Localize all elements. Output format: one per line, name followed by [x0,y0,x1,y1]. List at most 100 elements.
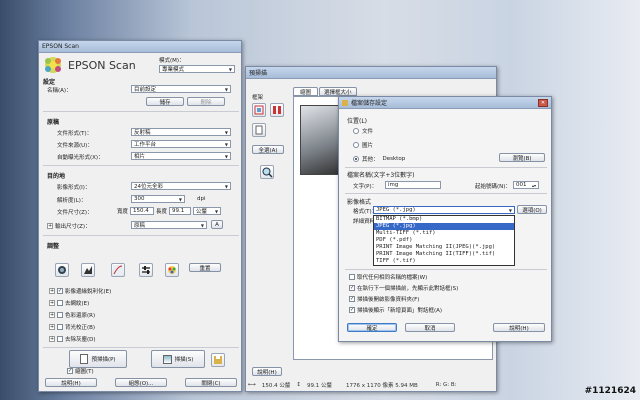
expand-plus-icon[interactable]: + [49,312,55,318]
format-option[interactable]: PDF (*.pdf) [374,237,514,244]
watermark-text: #1121624 [584,386,636,396]
format-option[interactable]: BITMAP (*.bmp) [374,216,514,223]
epson-titlebar[interactable]: EPSON Scan [39,41,241,53]
scan-label: 掃描(S) [174,357,194,363]
radio-documents[interactable] [353,128,359,134]
format-option[interactable]: PRINT Image Matching II(JPEG)(*.jpg) [374,244,514,251]
save-option-checkbox[interactable]: ✓ [349,307,355,313]
divider [43,347,239,348]
save-settings-button[interactable]: 儲存 [146,97,184,106]
divider [43,165,239,166]
status-rgb: R: G: B: [435,382,457,388]
save-option-row: 取代任何相同名稱的檔案(W) [349,273,427,281]
tab-marquee-size[interactable]: 選擇框大小 [319,87,357,96]
adjust-checkbox[interactable]: ✓ [57,288,63,294]
format-option[interactable]: JPEG (*.jpg) [374,223,514,230]
save-option-row: ✓ 掃描後開啟影像資料夾(F) [349,295,419,303]
options-button[interactable]: 選項(O) [517,205,547,214]
doc-type-select[interactable]: 反射稿 ▼ [131,128,231,136]
height-label: 長度 [156,209,168,215]
mode-select[interactable]: 專業模式 ▼ [159,65,235,73]
adjust-checkbox[interactable] [57,312,63,318]
cancel-button[interactable]: 取消 [405,323,455,332]
color-palette-icon[interactable] [165,263,179,277]
doc-source-select[interactable]: 工作平台 ▼ [131,140,231,148]
adjust-checkbox[interactable] [57,336,63,342]
tab-thumbnail[interactable]: 縮圖 [293,87,319,96]
tone-curve-icon[interactable] [111,263,125,277]
adjust-checkbox[interactable] [57,324,63,330]
configuration-button[interactable]: 組態(O)... [115,378,167,387]
doc-size-row: 寬度 150.4 長度 99.1 公釐 ▼ [117,207,222,215]
save-option-label: 掃描後顯示「新增頁面」對話框(A) [357,308,443,314]
zoom-magnifier-icon[interactable] [260,165,274,179]
divider [345,269,547,270]
save-option-checkbox[interactable]: ✓ [349,296,355,302]
chevron-down-icon: ▼ [224,86,228,92]
reset-button[interactable]: 重置 [189,263,221,272]
divider [345,167,547,168]
doc-source-value: 工作平台 [134,142,157,148]
rotate-icon[interactable] [252,123,266,137]
radio-pictures[interactable] [353,142,359,148]
expand-plus-icon[interactable]: + [49,336,55,342]
adjust-checkbox[interactable] [57,300,63,306]
scan-button[interactable]: 掃描(S) [151,350,205,368]
chevron-down-icon: ▼ [224,183,228,189]
preview-titlebar[interactable]: 預掃描 [246,67,496,79]
preview-icon [80,354,89,364]
preview-help-button[interactable]: 說明(H) [252,367,282,376]
auto-exposure-value: 相片 [134,154,146,160]
output-size-select[interactable]: 原稿 ▼ [131,221,207,229]
select-all-button[interactable]: 全選(A) [252,145,284,154]
name-select[interactable]: 目前設定 ▼ [131,85,231,93]
start-number-input[interactable]: 001 ▴▾ [513,181,539,189]
preview-button[interactable]: 預掃描(P) [69,350,127,368]
save-option-checkbox[interactable]: ✓ [349,285,355,291]
location-header: 位置(L) [347,118,368,125]
delete-settings-button[interactable]: 刪除 [187,97,225,106]
doc-type-value: 反射稿 [134,130,151,136]
color-balance-icon[interactable] [139,263,153,277]
preview-status-bar: ⟷ 150.4 公釐 ↕ 99.1 公釐 1776 x 1170 像素 5.94 M… [248,381,457,389]
status-height: 99.1 公釐 [307,383,332,389]
ok-button[interactable]: 確定 [347,323,397,332]
expand-plus-icon[interactable]: + [49,324,55,330]
expand-plus-icon[interactable]: + [47,223,53,229]
multi-frame-icon[interactable] [270,103,284,117]
close-icon[interactable]: ✕ [538,98,548,107]
format-option[interactable]: TIFF (*.tif) [374,258,514,265]
format-option[interactable]: PRINT Image Matching II(TIFF)(*.tif) [374,251,514,258]
format-type-select[interactable]: JPEG (*.jpg) ▼ [373,206,515,214]
browse-button[interactable]: 瀏覽(B) [499,153,545,162]
save-option-checkbox[interactable] [349,274,355,280]
file-save-settings-icon[interactable] [211,353,225,367]
height-input[interactable]: 99.1 [169,207,192,215]
size-unit-select[interactable]: 公釐 ▼ [193,207,222,215]
text-enhance-button[interactable]: A [211,220,223,229]
close-button[interactable]: 關閉(C) [185,378,237,387]
image-type-select[interactable]: 24位元全彩 ▼ [131,182,231,190]
auto-locate-icon[interactable] [252,103,266,117]
radio-other[interactable] [353,156,359,162]
preview-thumbnail-image[interactable] [300,105,340,175]
levels-icon[interactable] [81,263,95,277]
width-input[interactable]: 150.4 [130,207,155,215]
chevron-down-icon: ▼ [228,66,232,72]
resolution-select[interactable]: 300 ▼ [131,195,185,203]
expand-plus-icon[interactable]: + [49,300,55,306]
save-dialog-titlebar[interactable]: 檔案儲存設定 ✕ [339,97,551,109]
help-button[interactable]: 說明(H) [45,378,97,387]
auto-exposure-select[interactable]: 相片 ▼ [131,152,231,160]
expand-plus-icon[interactable]: + [49,288,55,294]
thumbnail-checkbox[interactable]: ✓ [67,368,73,374]
format-option[interactable]: Multi-TIFF (*.tif) [374,230,514,237]
histogram-icon[interactable] [55,263,69,277]
save-option-label: 取代任何相同名稱的檔案(W) [357,275,428,281]
format-dropdown-list[interactable]: BITMAP (*.bmp) JPEG (*.jpg) Multi-TIFF (*.… [373,215,515,266]
loc-pictures-label: 圖片 [362,143,374,149]
adjust-item: + 去除灰塵(D) [49,335,96,343]
adjust-item: + ✓ 影像邊緣銳利化(E) [49,287,111,295]
prefix-input[interactable]: img [385,181,441,189]
dialog-help-button[interactable]: 說明(H) [493,323,545,332]
